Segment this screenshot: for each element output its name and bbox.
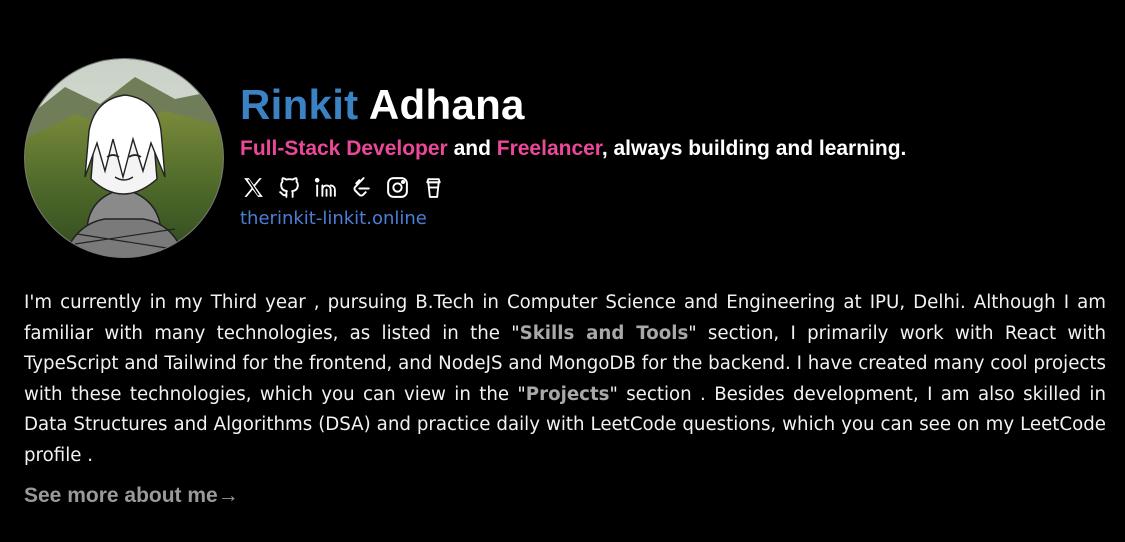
see-more-link[interactable]: See more about me→ bbox=[24, 484, 239, 508]
profile-name: Rinkit Adhana bbox=[240, 80, 906, 130]
skills-link[interactable]: Skills and Tools bbox=[520, 323, 689, 344]
see-more-label: See more about me bbox=[24, 484, 218, 507]
role-fullstack: Full-Stack Developer bbox=[240, 137, 448, 160]
profile-header: Rinkit Adhana Full-Stack Developer and F… bbox=[240, 80, 906, 229]
instagram-icon[interactable] bbox=[384, 174, 410, 200]
first-name: Rinkit bbox=[240, 81, 359, 128]
website-link[interactable]: therinkit-linkit.online bbox=[240, 208, 906, 229]
x-icon[interactable] bbox=[240, 174, 266, 200]
avatar bbox=[24, 58, 224, 258]
linkedin-icon[interactable] bbox=[312, 174, 338, 200]
coffee-icon[interactable] bbox=[420, 174, 446, 200]
tagline-and: and bbox=[447, 137, 497, 160]
tagline-rest: , always building and learning. bbox=[601, 137, 907, 160]
arrow-right-icon: → bbox=[217, 484, 239, 507]
social-links bbox=[240, 172, 906, 202]
tagline: Full-Stack Developer and Freelancer, alw… bbox=[240, 136, 906, 162]
leetcode-icon[interactable] bbox=[348, 174, 374, 200]
last-name: Adhana bbox=[368, 81, 525, 128]
github-icon[interactable] bbox=[276, 174, 302, 200]
role-freelancer: Freelancer bbox=[496, 137, 602, 160]
projects-link[interactable]: Projects bbox=[526, 384, 610, 405]
bio-paragraph: I'm currently in my Third year , pursuin… bbox=[24, 288, 1106, 472]
